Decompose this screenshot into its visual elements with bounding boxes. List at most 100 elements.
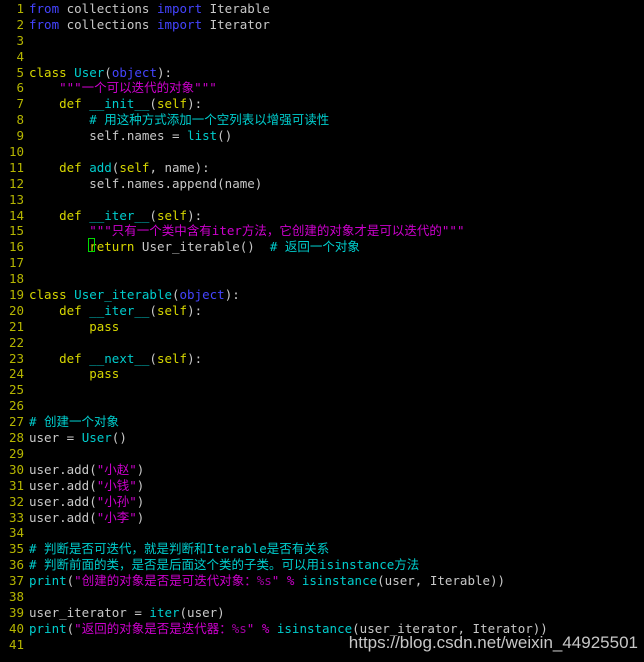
line-number: 19 (8, 287, 24, 303)
token-class-name: User (81, 430, 112, 446)
code-line[interactable]: 17 (0, 255, 644, 271)
line-content[interactable]: user.add("小钱") (29, 478, 644, 494)
line-content[interactable]: # 判断前面的类，是否是后面这个类的子类。可以用isinstance方法 (29, 557, 644, 573)
token-punct: () (111, 430, 127, 446)
code-line[interactable]: 29 (0, 446, 644, 462)
line-number: 29 (8, 445, 24, 461)
line-content[interactable]: def add(self, name): (29, 160, 644, 176)
code-line[interactable]: 35 # 判断是否可迭代，就是判断和Iterable是否有关系 (0, 541, 644, 557)
line-content[interactable]: # 创建一个对象 (29, 414, 644, 430)
code-editor[interactable]: 1 from collections import Iterable 2 fro… (0, 0, 644, 662)
token-punct: ): (224, 287, 240, 303)
code-line[interactable]: 15 """只有一个类中含有iter方法，它创建的对象才是可以迭代的""" (0, 223, 644, 239)
line-content[interactable]: from collections import Iterable (29, 1, 644, 17)
code-line[interactable]: 33 user.add("小李") (0, 510, 644, 526)
code-line[interactable]: 1 from collections import Iterable (0, 1, 644, 17)
code-line[interactable]: 6 """一个可以迭代的对象""" (0, 80, 644, 96)
code-line[interactable]: 19 class User_iterable(object): (0, 287, 644, 303)
code-line[interactable]: 18 (0, 271, 644, 287)
code-line-active[interactable]: 16 return User_iterable() # 返回一个对象 (0, 238, 644, 255)
code-line[interactable]: 21 pass (0, 319, 644, 335)
code-line[interactable]: 7 def __init__(self): (0, 96, 644, 112)
token-string: "小钱" (96, 477, 137, 493)
line-content[interactable]: class User(object): (29, 65, 644, 81)
code-line[interactable]: 20 def __iter__(self): (0, 303, 644, 319)
line-content[interactable]: """一个可以迭代的对象""" (29, 80, 644, 96)
code-line[interactable]: 32 user.add("小孙") (0, 494, 644, 510)
code-line[interactable]: 9 self.names = list() (0, 128, 644, 144)
line-content[interactable]: def __next__(self): (29, 351, 644, 367)
code-line[interactable]: 34 (0, 525, 644, 541)
text-cursor[interactable]: r (88, 238, 97, 255)
code-line[interactable]: 26 (0, 398, 644, 414)
line-content[interactable]: def __iter__(self): (29, 303, 644, 319)
code-line[interactable]: 22 (0, 335, 644, 351)
line-number: 2 (16, 16, 24, 32)
token-builtin: print (29, 573, 67, 589)
code-line[interactable]: 25 (0, 382, 644, 398)
code-line[interactable]: 24 pass (0, 366, 644, 382)
line-number: 37 (8, 573, 24, 589)
code-line[interactable]: 27 # 创建一个对象 (0, 414, 644, 430)
code-line[interactable]: 31 user.add("小钱") (0, 478, 644, 494)
code-line[interactable]: 2 from collections import Iterator (0, 17, 644, 33)
line-content[interactable]: pass (29, 366, 644, 382)
line-content[interactable]: def __iter__(self): (29, 208, 644, 224)
code-line[interactable]: 36 # 判断前面的类，是否是后面这个类的子类。可以用isinstance方法 (0, 557, 644, 573)
code-line[interactable]: 38 (0, 589, 644, 605)
code-line[interactable]: 4 (0, 49, 644, 65)
line-content[interactable]: user_iterator = iter(user) (29, 605, 644, 621)
line-content[interactable]: class User_iterable(object): (29, 287, 644, 303)
code-line[interactable]: 8 # 用这种方式添加一个空列表以增强可读性 (0, 112, 644, 128)
code-line[interactable]: 3 (0, 33, 644, 49)
code-line[interactable]: 14 def __iter__(self): (0, 208, 644, 224)
line-content[interactable]: def __init__(self): (29, 96, 644, 112)
token-expression: User_iterable() (134, 239, 270, 255)
token-string: "小李" (96, 509, 137, 525)
token-expression: user = (29, 430, 82, 446)
code-line[interactable]: 39 user_iterator = iter(user) (0, 605, 644, 621)
token-function-name: __next__ (81, 350, 150, 366)
line-number: 17 (8, 255, 24, 271)
token-base-class: object (179, 287, 225, 303)
line-content[interactable]: user.add("小孙") (29, 494, 644, 510)
line-content[interactable]: from collections import Iterator (29, 17, 644, 33)
line-number: 15 (8, 223, 24, 239)
code-line[interactable]: 30 user.add("小赵") (0, 462, 644, 478)
line-content[interactable]: user = User() (29, 430, 644, 446)
code-lines-container[interactable]: 1 from collections import Iterable 2 fro… (0, 0, 644, 653)
code-line[interactable]: 37 print("创建的对象是否是可迭代对象：%s" % isinstance… (0, 573, 644, 589)
line-number: 20 (8, 302, 24, 318)
code-line[interactable]: 23 def __next__(self): (0, 351, 644, 367)
token-expression: self.names.append(name) (89, 175, 263, 191)
code-line[interactable]: 13 (0, 192, 644, 208)
token-punct: ): (187, 350, 203, 366)
line-number: 40 (8, 620, 24, 636)
token-self: self (119, 159, 150, 175)
line-content[interactable]: print("创建的对象是否是可迭代对象：%s" % isinstance(us… (29, 573, 644, 589)
line-content[interactable]: # 用这种方式添加一个空列表以增强可读性 (29, 112, 644, 128)
line-content[interactable]: user.add("小赵") (29, 462, 644, 478)
code-line[interactable]: 28 user = User() (0, 430, 644, 446)
token-keyword: from (29, 16, 60, 32)
token-expression: user.add( (29, 477, 97, 493)
line-number: 27 (8, 414, 24, 430)
line-content[interactable]: # 判断是否可迭代，就是判断和Iterable是否有关系 (29, 541, 644, 557)
line-number: 24 (8, 366, 24, 382)
code-line[interactable]: 11 def add(self, name): (0, 160, 644, 176)
line-content[interactable]: pass (29, 319, 644, 335)
line-content[interactable]: """只有一个类中含有iter方法，它创建的对象才是可以迭代的""" (29, 223, 644, 239)
line-content[interactable]: return User_iterable() # 返回一个对象 (29, 238, 644, 255)
code-line[interactable]: 5 class User(object): (0, 65, 644, 81)
token-builtin: iter (149, 604, 180, 620)
line-number: 30 (8, 461, 24, 477)
code-line[interactable]: 10 (0, 144, 644, 160)
token-punct: ( (149, 96, 157, 112)
code-line[interactable]: 12 self.names.append(name) (0, 176, 644, 192)
line-content[interactable]: user.add("小李") (29, 510, 644, 526)
line-content[interactable]: self.names = list() (29, 128, 644, 144)
token-class-name: User_iterable (66, 287, 172, 303)
line-content[interactable]: self.names.append(name) (29, 176, 644, 192)
